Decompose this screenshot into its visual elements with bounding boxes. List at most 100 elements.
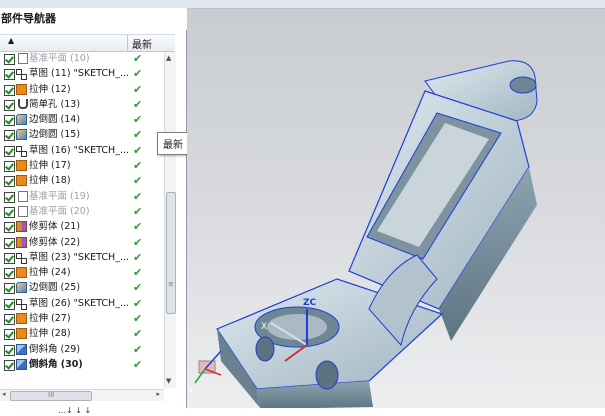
part-navigator-title: 部件导航器 [0,8,187,30]
latest-check-icon: ✔ [133,281,143,295]
feature-row[interactable]: 草图 (26) "SKETCH_... ✔ [0,296,175,311]
feature-label: 修剪体 (22) [29,236,81,248]
part-model-view[interactable]: X ZC Y [187,9,605,409]
latest-check-icon: ✔ [133,357,143,371]
feature-row[interactable]: 倒斜角 (29) ✔ [0,342,175,357]
feature-visibility-checkbox[interactable] [4,359,15,371]
feature-label: 边倒圆 (14) [29,114,81,126]
feature-visibility-checkbox[interactable] [4,176,15,188]
feature-row[interactable]: 边倒圆 (14) ✔ [0,112,175,127]
datum-feature-icon [18,53,28,64]
feature-visibility-checkbox[interactable] [4,344,15,356]
feature-visibility-checkbox[interactable] [4,191,15,203]
axis-x-label: X [261,322,267,332]
extrude-feature-icon [16,267,27,279]
feature-row[interactable]: 简单孔 (13) ✔ [0,97,175,112]
vertical-scrollbar[interactable]: ▲ ≡ ▼ [164,52,176,388]
sketch-feature-icon [16,68,27,81]
feature-visibility-checkbox[interactable] [4,283,15,295]
feature-row[interactable]: 拉伸 (18) ✔ [0,173,175,188]
scroll-down-arrow-icon[interactable]: ▼ [166,377,171,385]
feature-row[interactable]: 拉伸 (27) ✔ [0,311,175,326]
latest-check-icon: ✔ [133,296,143,310]
feature-label: 拉伸 (28) [29,328,71,340]
feature-visibility-checkbox[interactable] [4,145,15,157]
feature-label: 拉伸 (12) [29,83,71,95]
latest-check-icon: ✔ [133,159,143,173]
feature-visibility-checkbox[interactable] [4,115,15,127]
feature-visibility-checkbox[interactable] [4,130,15,142]
blend-feature-icon [16,282,27,294]
sketch-feature-icon [16,252,27,264]
axis-zc-label: ZC [303,298,317,308]
sketch-feature-icon [16,145,27,157]
vertical-scroll-thumb[interactable] [166,192,176,314]
status-bar: …↓ ↓ ↓ [0,406,605,416]
feature-visibility-checkbox[interactable] [4,237,15,249]
status-text: …↓ ↓ ↓ [58,406,92,415]
sort-ascending-icon[interactable]: ▲ [8,36,14,45]
feature-row[interactable]: 草图 (23) "SKETCH_... ✔ [0,250,175,265]
feature-row[interactable]: 草图 (11) "SKETCH_... ✔ [0,66,175,81]
datum-feature-icon [18,205,28,217]
feature-row[interactable]: 草图 (16) "SKETCH_... ✔ [0,143,175,158]
latest-check-icon: ✔ [133,52,143,65]
trim-feature-icon [16,236,27,248]
datum-feature-icon [18,190,28,202]
latest-check-icon: ✔ [133,189,143,203]
trim-feature-icon [16,221,27,233]
feature-row[interactable]: 边倒圆 (25) ✔ [0,280,175,295]
latest-check-icon: ✔ [133,97,143,111]
blend-feature-icon [16,129,27,141]
feature-visibility-checkbox[interactable] [4,206,15,218]
feature-visibility-checkbox[interactable] [4,99,15,111]
feature-label: 倒斜角 (29) [29,343,81,355]
hole-feature-icon [18,98,28,109]
feature-label: 草图 (26) "SKETCH_... [29,297,130,309]
feature-label: 简单孔 (13) [29,98,81,110]
feature-row[interactable]: 拉伸 (17) ✔ [0,158,175,173]
feature-list: 基准平面 (10) ✔ 草图 (11) "SKETCH_... ✔ 拉伸 (12) ✔ 简单… [0,51,175,372]
horizontal-scroll-thumb[interactable]: III [10,391,92,401]
feature-row[interactable]: 基准平面 (19) ✔ [0,189,175,204]
feature-visibility-checkbox[interactable] [4,298,15,310]
feature-row[interactable]: 基准平面 (10) ✔ [0,51,175,66]
feature-row[interactable]: 拉伸 (28) ✔ [0,326,175,341]
scroll-right-arrow-icon[interactable]: ▸ [156,390,160,398]
chamfer-feature-icon [16,358,27,370]
feature-row[interactable]: 修剪体 (22) ✔ [0,235,175,250]
feature-row[interactable]: 倒斜角 (30) ✔ [0,357,175,372]
latest-tooltip: 最新 [157,132,189,155]
feature-row[interactable]: 边倒圆 (15) ✔ [0,127,175,142]
horizontal-scrollbar[interactable]: ◂ III ▸ [0,389,164,401]
feature-visibility-checkbox[interactable] [4,161,15,173]
scroll-left-arrow-icon[interactable]: ◂ [2,390,6,398]
feature-row[interactable]: 基准平面 (20) ✔ [0,204,175,219]
extrude-feature-icon [16,328,27,340]
feature-visibility-checkbox[interactable] [4,69,15,81]
feature-label: 边倒圆 (25) [29,282,81,294]
feature-row[interactable]: 拉伸 (24) ✔ [0,265,175,280]
feature-visibility-checkbox[interactable] [4,252,15,264]
navigator-column-header[interactable]: ▲ 最新 [0,34,175,52]
feature-visibility-checkbox[interactable] [4,329,15,341]
feature-visibility-checkbox[interactable] [4,268,15,280]
scroll-up-arrow-icon[interactable]: ▲ [166,54,171,62]
feature-visibility-checkbox[interactable] [4,84,15,96]
graphics-viewport[interactable]: X ZC Y [187,9,605,409]
latest-check-icon: ✔ [133,82,143,96]
column-latest-header[interactable]: 最新 [132,36,152,51]
latest-check-icon: ✔ [133,250,143,264]
column-divider[interactable] [127,35,128,51]
feature-visibility-checkbox[interactable] [4,54,15,65]
feature-label: 拉伸 (18) [29,175,71,187]
feature-visibility-checkbox[interactable] [4,222,15,234]
feature-row[interactable]: 修剪体 (21) ✔ [0,219,175,234]
latest-check-icon: ✔ [133,235,143,249]
feature-label: 拉伸 (24) [29,267,71,279]
feature-visibility-checkbox[interactable] [4,314,15,326]
feature-label: 拉伸 (27) [29,313,71,325]
sketch-feature-icon [16,298,27,310]
feature-row[interactable]: 拉伸 (12) ✔ [0,82,175,97]
feature-label: 草图 (23) "SKETCH_... [29,251,130,263]
